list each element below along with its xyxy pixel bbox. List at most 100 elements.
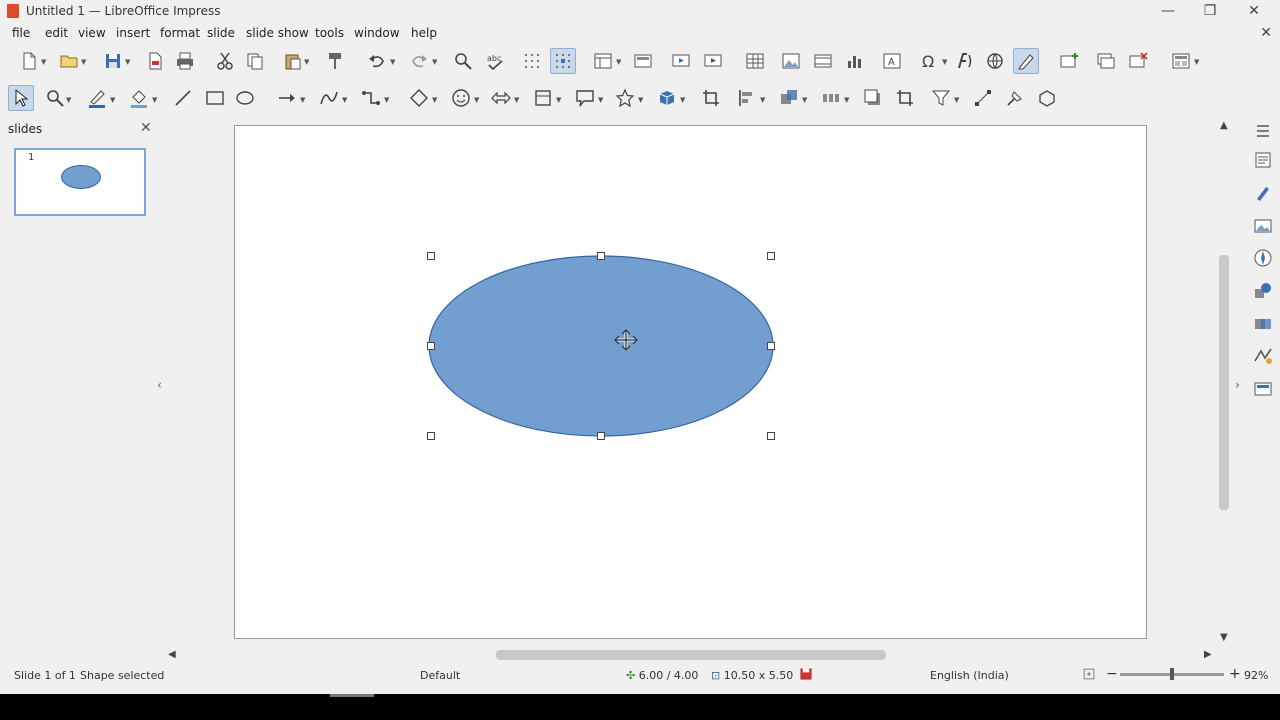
chevron-down-icon[interactable]: ▼ bbox=[125, 58, 130, 66]
zoom-slider-knob[interactable] bbox=[1170, 668, 1174, 680]
chart-icon[interactable] bbox=[842, 48, 868, 74]
chevron-down-icon[interactable]: ▼ bbox=[1194, 58, 1199, 66]
menu-edit[interactable]: edit bbox=[45, 26, 68, 40]
chevron-down-icon[interactable]: ▼ bbox=[110, 96, 115, 104]
navigator-icon[interactable] bbox=[1250, 245, 1276, 271]
chevron-down-icon[interactable]: ▼ bbox=[638, 96, 643, 104]
toggle-extrusion-icon[interactable] bbox=[1034, 85, 1060, 111]
slide-canvas[interactable] bbox=[234, 125, 1147, 639]
resize-handle-right[interactable] bbox=[767, 342, 775, 350]
block-arrows-icon[interactable] bbox=[488, 85, 514, 111]
clone-formatting-icon[interactable] bbox=[322, 48, 348, 74]
chevron-down-icon[interactable]: ▼ bbox=[342, 96, 347, 104]
menu-file[interactable]: file bbox=[12, 26, 30, 40]
chevron-down-icon[interactable]: ▼ bbox=[954, 96, 959, 104]
print-icon[interactable] bbox=[172, 48, 198, 74]
crop-icon[interactable] bbox=[892, 85, 918, 111]
distribute-icon[interactable] bbox=[818, 85, 844, 111]
collapse-sidebar-handle[interactable]: › bbox=[1235, 378, 1240, 392]
export-pdf-icon[interactable] bbox=[142, 48, 168, 74]
paste-icon[interactable] bbox=[280, 48, 306, 74]
scroll-down-icon[interactable]: ▼ bbox=[1220, 632, 1228, 643]
chevron-down-icon[interactable]: ▼ bbox=[390, 58, 395, 66]
slide-layout-icon[interactable] bbox=[1168, 48, 1194, 74]
sidebar-settings-icon[interactable] bbox=[1250, 118, 1276, 144]
chevron-down-icon[interactable]: ▼ bbox=[432, 58, 437, 66]
master-slide-name[interactable]: Default bbox=[420, 669, 460, 682]
slide-transition-icon[interactable] bbox=[1250, 311, 1276, 337]
slides-pane-close-button[interactable]: ✕ bbox=[140, 120, 152, 136]
align-icon[interactable] bbox=[734, 85, 760, 111]
chevron-down-icon[interactable]: ▼ bbox=[474, 96, 479, 104]
chevron-down-icon[interactable]: ▼ bbox=[432, 96, 437, 104]
snap-to-grid-icon[interactable] bbox=[550, 48, 576, 74]
special-character-icon[interactable]: Ω bbox=[916, 48, 942, 74]
master-slide-icon[interactable] bbox=[630, 48, 656, 74]
close-window-button[interactable]: ✕ bbox=[1244, 2, 1264, 20]
chevron-down-icon[interactable]: ▼ bbox=[304, 58, 309, 66]
chevron-down-icon[interactable]: ▼ bbox=[66, 96, 71, 104]
line-color-icon[interactable] bbox=[84, 85, 110, 111]
styles-icon[interactable] bbox=[1250, 180, 1276, 206]
menu-slide-show[interactable]: slide show bbox=[246, 26, 309, 40]
horizontal-scrollbar[interactable]: ◀ ▶ bbox=[166, 648, 1218, 662]
chevron-down-icon[interactable]: ▼ bbox=[760, 96, 765, 104]
duplicate-slide-icon[interactable] bbox=[1093, 48, 1119, 74]
minimize-button[interactable]: — bbox=[1158, 2, 1178, 20]
open-icon[interactable] bbox=[56, 48, 82, 74]
chevron-down-icon[interactable]: ▼ bbox=[81, 58, 86, 66]
menu-view[interactable]: view bbox=[78, 26, 106, 40]
chevron-down-icon[interactable]: ▼ bbox=[514, 96, 519, 104]
resize-handle-top[interactable] bbox=[597, 252, 605, 260]
menu-insert[interactable]: insert bbox=[116, 26, 150, 40]
callouts-icon[interactable] bbox=[572, 85, 598, 111]
find-replace-icon[interactable] bbox=[450, 48, 476, 74]
basic-shapes-icon[interactable] bbox=[406, 85, 432, 111]
resize-handle-left[interactable] bbox=[427, 342, 435, 350]
display-views-icon[interactable] bbox=[590, 48, 616, 74]
undo-icon[interactable] bbox=[364, 48, 390, 74]
shapes-icon[interactable] bbox=[1250, 278, 1276, 304]
symbol-shapes-icon[interactable] bbox=[448, 85, 474, 111]
chevron-down-icon[interactable]: ▼ bbox=[384, 96, 389, 104]
copy-icon[interactable] bbox=[242, 48, 268, 74]
chevron-down-icon[interactable]: ▼ bbox=[556, 96, 561, 104]
arrange-icon[interactable] bbox=[776, 85, 802, 111]
resize-handle-top-right[interactable] bbox=[767, 252, 775, 260]
connectors-icon[interactable] bbox=[358, 85, 384, 111]
scroll-left-icon[interactable]: ◀ bbox=[168, 649, 176, 660]
points-icon[interactable] bbox=[970, 85, 996, 111]
image-icon[interactable] bbox=[778, 48, 804, 74]
zoom-out-icon[interactable]: − bbox=[1106, 666, 1118, 682]
vertical-scrollbar[interactable]: ▲ ▼ bbox=[1216, 120, 1232, 648]
animation-icon[interactable] bbox=[1250, 343, 1276, 369]
slide-thumbnail[interactable]: 1 bbox=[14, 148, 146, 216]
fill-color-icon[interactable] bbox=[126, 85, 152, 111]
restore-button[interactable]: ❐ bbox=[1200, 2, 1220, 20]
menu-help[interactable]: help bbox=[411, 26, 437, 40]
menu-slide[interactable]: slide bbox=[207, 26, 235, 40]
3d-objects-icon[interactable] bbox=[654, 85, 680, 111]
select-icon[interactable] bbox=[8, 85, 34, 111]
fontwork-icon[interactable] bbox=[952, 48, 978, 74]
spelling-icon[interactable]: abc bbox=[482, 48, 508, 74]
properties-icon[interactable] bbox=[1250, 147, 1276, 173]
filter-icon[interactable] bbox=[928, 85, 954, 111]
cut-icon[interactable] bbox=[212, 48, 238, 74]
horizontal-scroll-thumb[interactable] bbox=[496, 650, 886, 660]
chevron-down-icon[interactable]: ▼ bbox=[152, 96, 157, 104]
rotate-icon[interactable] bbox=[698, 85, 724, 111]
zoom-pan-icon[interactable] bbox=[42, 85, 68, 111]
master-slides-icon[interactable] bbox=[1250, 376, 1276, 402]
new-slide-icon[interactable] bbox=[1056, 48, 1082, 74]
vertical-scroll-thumb[interactable] bbox=[1219, 255, 1229, 510]
zoom-slider[interactable] bbox=[1120, 668, 1224, 680]
chevron-down-icon[interactable]: ▼ bbox=[616, 58, 621, 66]
chevron-down-icon[interactable]: ▼ bbox=[300, 96, 305, 104]
chevron-down-icon[interactable]: ▼ bbox=[680, 96, 685, 104]
curves-polygons-icon[interactable] bbox=[316, 85, 342, 111]
start-first-slide-icon[interactable] bbox=[668, 48, 694, 74]
chevron-down-icon[interactable]: ▼ bbox=[598, 96, 603, 104]
media-icon[interactable] bbox=[810, 48, 836, 74]
save-icon[interactable] bbox=[100, 48, 126, 74]
